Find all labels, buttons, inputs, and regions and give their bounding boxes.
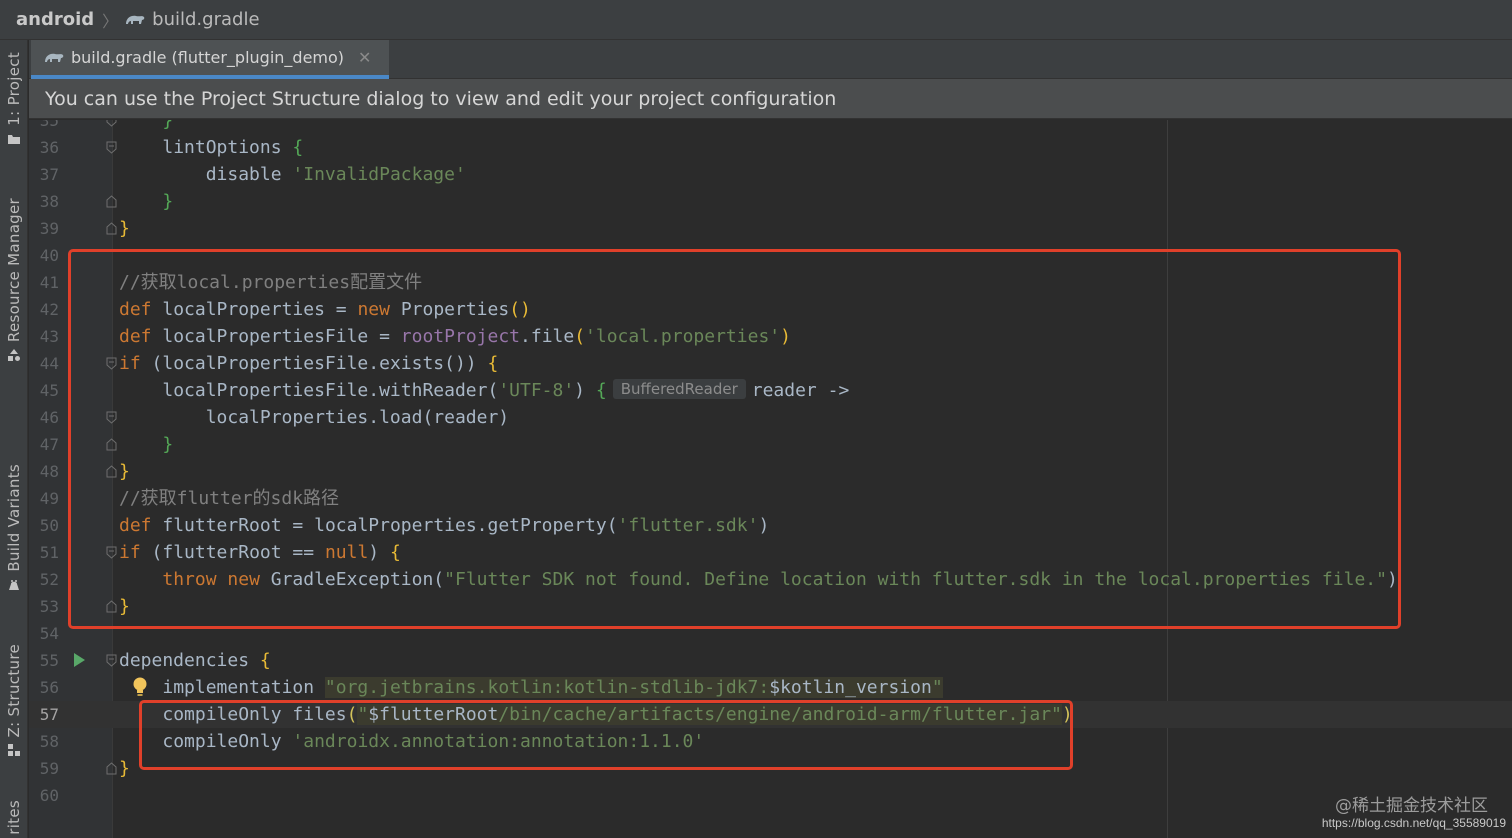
line-number: 42 — [39, 300, 59, 319]
editor-tab-bar: build.gradle (flutter_plugin_demo) ✕ — [29, 40, 1512, 79]
line-number: 58 — [39, 732, 59, 751]
line-number: 52 — [39, 570, 59, 589]
line-number: 60 — [39, 786, 59, 805]
line-number: 35 — [39, 120, 59, 130]
structure-icon — [8, 744, 20, 757]
code-editor[interactable]: 35 } 36 lintOptions { 37 disable 'Invali… — [29, 120, 1512, 838]
brace: { — [259, 650, 271, 671]
brace: } — [162, 120, 174, 131]
brace: } — [119, 218, 130, 239]
tool-window-structure-label: Z: Structure — [5, 644, 23, 738]
resource-manager-icon — [8, 349, 20, 362]
line-number: 55 — [39, 651, 59, 670]
line-number: 36 — [39, 138, 59, 157]
tool-window-build-variants[interactable]: Build Variants — [0, 464, 28, 592]
code-line: 37 disable 'InvalidPackage' — [29, 161, 1512, 188]
line-number: 53 — [39, 597, 59, 616]
string-literal: " — [931, 677, 943, 698]
run-icon[interactable] — [74, 653, 85, 667]
code-line: 60 — [29, 782, 1512, 809]
code-line: 55 dependencies { — [29, 647, 1512, 674]
project-structure-banner: You can use the Project Structure dialog… — [29, 79, 1512, 119]
line-number: 56 — [39, 678, 59, 697]
annotation-box-compile-only — [139, 700, 1073, 770]
line-number: 59 — [39, 759, 59, 778]
folder-icon — [8, 134, 20, 144]
line-number: 38 — [39, 192, 59, 211]
line-number: 49 — [39, 489, 59, 508]
tool-window-resource-manager[interactable]: Resource Manager — [0, 198, 28, 362]
line-number: 43 — [39, 327, 59, 346]
line-number: 40 — [39, 246, 59, 265]
tool-window-project[interactable]: 1: Project — [0, 52, 28, 146]
line-number: 48 — [39, 462, 59, 481]
gradle-icon — [45, 53, 64, 62]
method-name: disable — [205, 164, 282, 185]
gradle-icon — [126, 15, 145, 24]
watermark-secondary: https://blog.csdn.net/qq_35589019 — [1321, 816, 1506, 830]
line-number: 41 — [39, 273, 59, 292]
fold-start-icon[interactable] — [106, 141, 117, 154]
fold-start-icon[interactable] — [106, 654, 117, 667]
fold-end-icon[interactable] — [106, 762, 117, 775]
banner-text: You can use the Project Structure dialog… — [45, 87, 837, 110]
fold-end-icon[interactable] — [106, 195, 117, 208]
tab-label: build.gradle (flutter_plugin_demo) — [71, 48, 345, 67]
line-number: 39 — [39, 219, 59, 238]
tool-window-project-label: 1: Project — [5, 52, 23, 126]
navigation-bar: android 〉 build.gradle — [0, 0, 1512, 40]
tool-window-strip: 1: Project Resource Manager Build Varian… — [0, 40, 28, 838]
brace: } — [162, 191, 174, 212]
tool-window-favorites-label: rites — [5, 800, 23, 835]
tool-window-favorites[interactable]: rites — [0, 800, 28, 835]
code-line: 35 } — [29, 120, 1512, 134]
tool-window-resource-manager-label: Resource Manager — [5, 198, 23, 343]
brace: { — [292, 137, 304, 158]
block-name: dependencies — [119, 650, 250, 671]
build-variants-icon — [9, 579, 19, 590]
dependency-config: implementation — [162, 677, 315, 698]
line-number: 44 — [39, 354, 59, 373]
line-number: 37 — [39, 165, 59, 184]
line-number: 57 — [39, 705, 59, 724]
line-number: 45 — [39, 381, 59, 400]
breadcrumb-file[interactable]: build.gradle — [152, 9, 259, 30]
line-number: 54 — [39, 624, 59, 643]
line-number: 50 — [39, 516, 59, 535]
string-literal: "org.jetbrains.kotlin:kotlin-stdlib-jdk7… — [324, 677, 770, 698]
fold-end-icon[interactable] — [106, 222, 117, 235]
tab-build-gradle[interactable]: build.gradle (flutter_plugin_demo) ✕ — [31, 40, 389, 79]
line-number: 51 — [39, 543, 59, 562]
breadcrumb-project[interactable]: android — [16, 9, 94, 30]
code-line: 39 } — [29, 215, 1512, 242]
fold-end-icon[interactable] — [106, 120, 117, 127]
line-number: 47 — [39, 435, 59, 454]
code-line: 36 lintOptions { — [29, 134, 1512, 161]
code-line: 38 } — [29, 188, 1512, 215]
close-icon[interactable]: ✕ — [358, 48, 371, 67]
code-line: 56 implementation "org.jetbrains.kotlin:… — [29, 674, 1512, 701]
string-literal: 'InvalidPackage' — [292, 164, 466, 185]
line-number: 46 — [39, 408, 59, 427]
tool-window-structure[interactable]: Z: Structure — [0, 644, 28, 757]
interpolated-variable: $kotlin_version — [769, 677, 932, 698]
watermark-primary: @稀土掘金技术社区 — [1335, 796, 1488, 816]
block-name: lintOptions — [162, 137, 282, 158]
tool-window-build-variants-label: Build Variants — [5, 464, 23, 572]
brace: } — [119, 758, 130, 779]
breadcrumb-separator-icon: 〉 — [102, 11, 119, 31]
annotation-box-local-properties — [68, 249, 1401, 629]
